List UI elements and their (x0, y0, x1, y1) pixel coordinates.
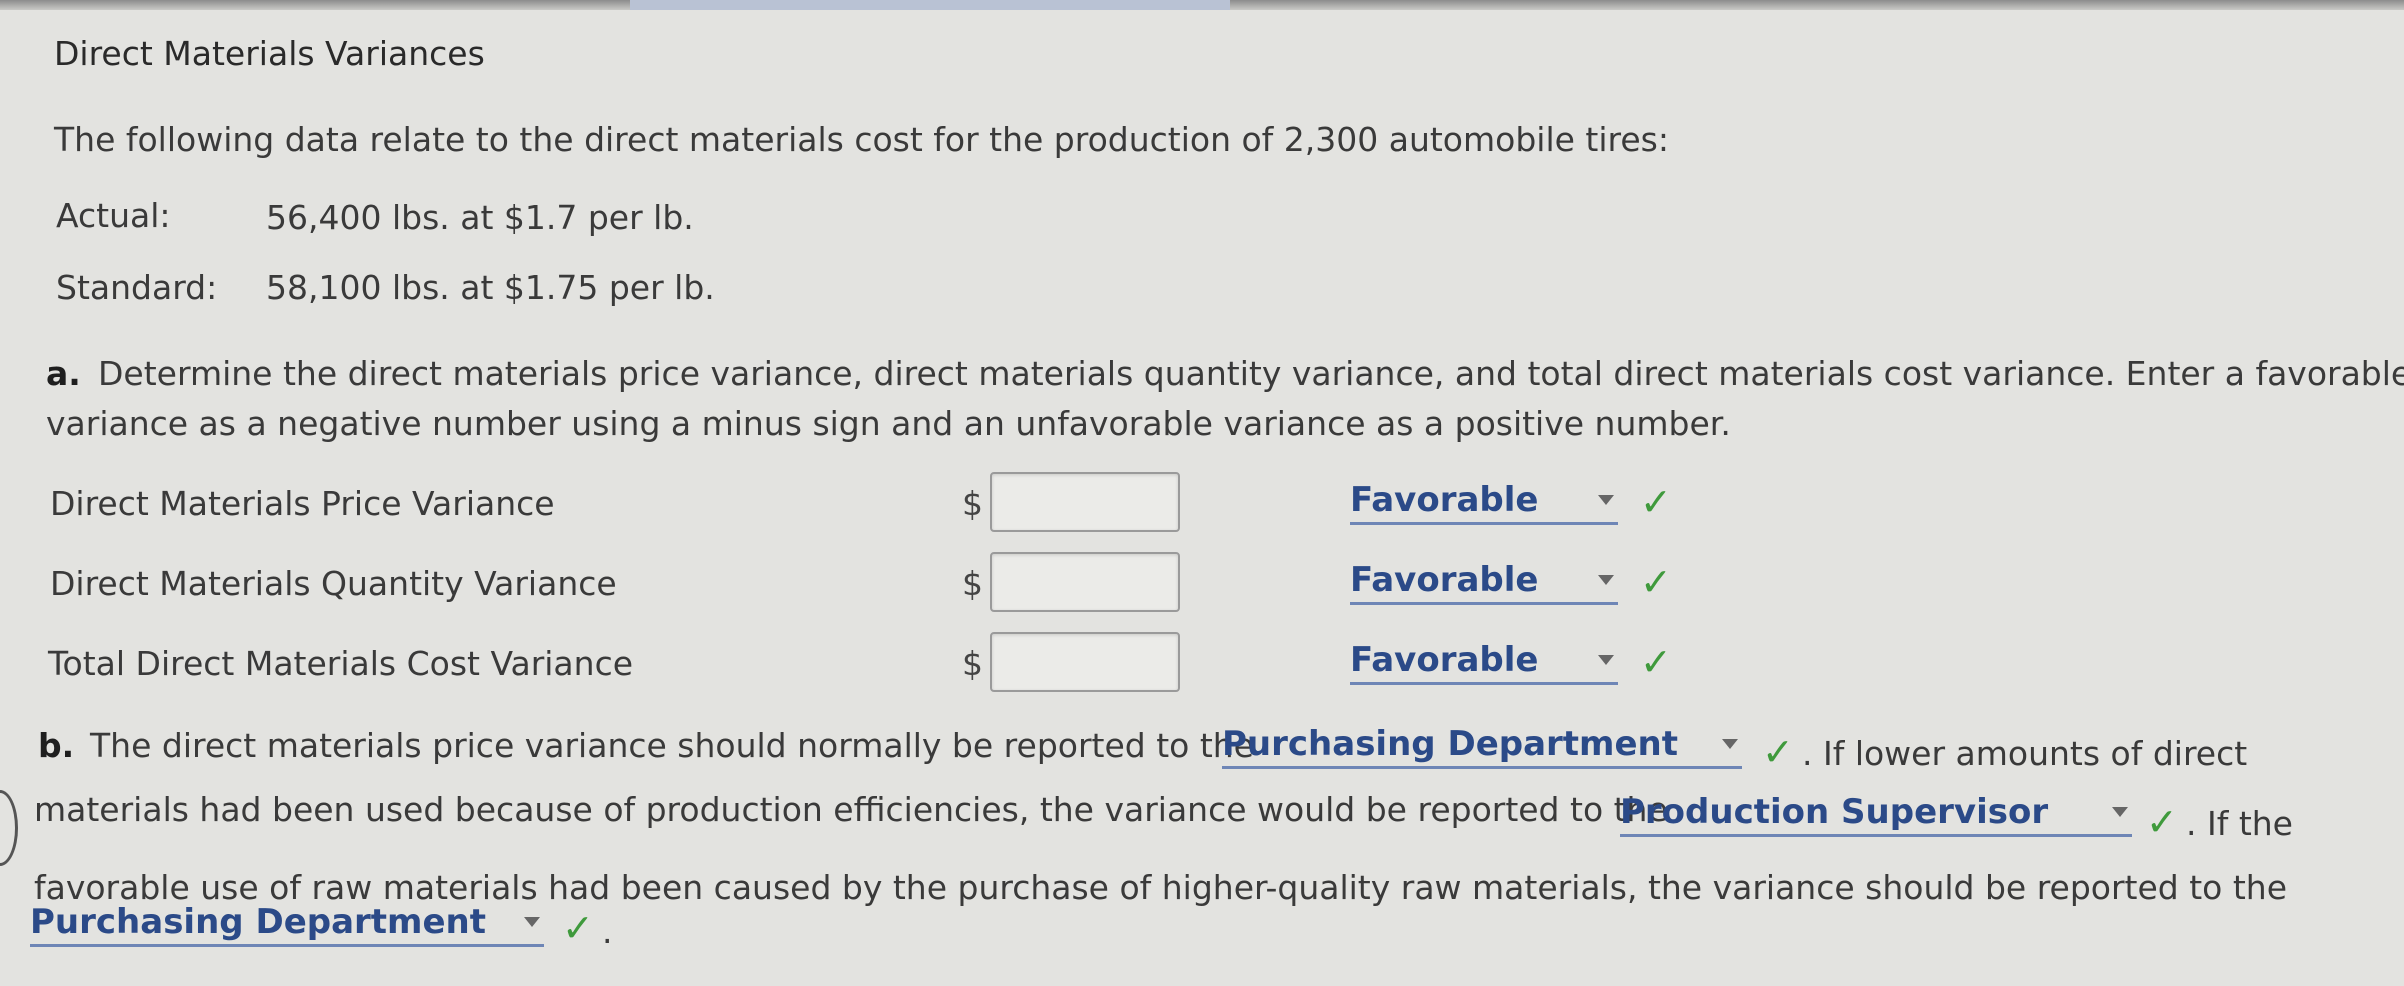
standard-value: 58,100 lbs. at $1.75 per lb. (266, 268, 715, 307)
total-variance-input[interactable] (990, 632, 1180, 692)
chevron-down-icon (1598, 495, 1614, 505)
total-variance-select-value: Favorable (1350, 640, 1539, 680)
problem-title: Direct Materials Variances (54, 34, 485, 73)
price-variance-dept-value: Purchasing Department (1222, 724, 1678, 764)
problem-content: Direct Materials Variances The following… (0, 0, 2404, 986)
chevron-down-icon (524, 917, 540, 927)
actual-value: 56,400 lbs. at $1.7 per lb. (266, 198, 694, 237)
chevron-down-icon (2112, 807, 2128, 817)
chevron-down-icon (1722, 739, 1738, 749)
intro-text: The following data relate to the direct … (54, 120, 1669, 159)
efficiency-dept-select[interactable]: Production Supervisor (1620, 790, 2132, 837)
quantity-variance-select[interactable]: Favorable (1350, 558, 1618, 605)
price-variance-select[interactable]: Favorable (1350, 478, 1618, 525)
check-icon: ✓ (1640, 560, 1672, 604)
actual-label: Actual: (56, 196, 171, 235)
quality-dept-value: Purchasing Department (30, 902, 486, 942)
chevron-down-icon (1598, 575, 1614, 585)
quantity-variance-select-value: Favorable (1350, 560, 1539, 600)
efficiency-dept-value: Production Supervisor (1620, 792, 2049, 832)
quantity-variance-label: Direct Materials Quantity Variance (50, 564, 617, 603)
price-variance-select-value: Favorable (1350, 480, 1539, 520)
part-b-label: b. (38, 726, 75, 765)
part-b-text4: . If the (2186, 804, 2293, 843)
part-b-text6: . (602, 912, 613, 951)
page-edge-curve (0, 790, 18, 866)
check-icon: ✓ (1762, 730, 1794, 774)
chevron-down-icon (1598, 655, 1614, 665)
part-a-label: a. (46, 354, 81, 393)
total-variance-currency: $ (962, 644, 983, 683)
part-b-text2: . If lower amounts of direct (1802, 734, 2248, 773)
price-variance-currency: $ (962, 484, 983, 523)
check-icon: ✓ (2146, 800, 2178, 844)
price-variance-label: Direct Materials Price Variance (50, 484, 555, 523)
total-variance-label: Total Direct Materials Cost Variance (48, 644, 634, 683)
part-a-line1: Determine the direct materials price var… (98, 354, 2404, 393)
quantity-variance-currency: $ (962, 564, 983, 603)
total-variance-select[interactable]: Favorable (1350, 638, 1618, 685)
part-b-text1: The direct materials price variance shou… (90, 726, 1254, 765)
standard-label: Standard: (56, 268, 218, 307)
part-b-text3: materials had been used because of produ… (34, 790, 1668, 829)
check-icon: ✓ (1640, 640, 1672, 684)
price-variance-dept-select[interactable]: Purchasing Department (1222, 722, 1742, 769)
quality-dept-select[interactable]: Purchasing Department (30, 900, 544, 947)
check-icon: ✓ (562, 906, 594, 950)
quantity-variance-input[interactable] (990, 552, 1180, 612)
check-icon: ✓ (1640, 480, 1672, 524)
part-a-line2: variance as a negative number using a mi… (46, 404, 1731, 443)
price-variance-input[interactable] (990, 472, 1180, 532)
